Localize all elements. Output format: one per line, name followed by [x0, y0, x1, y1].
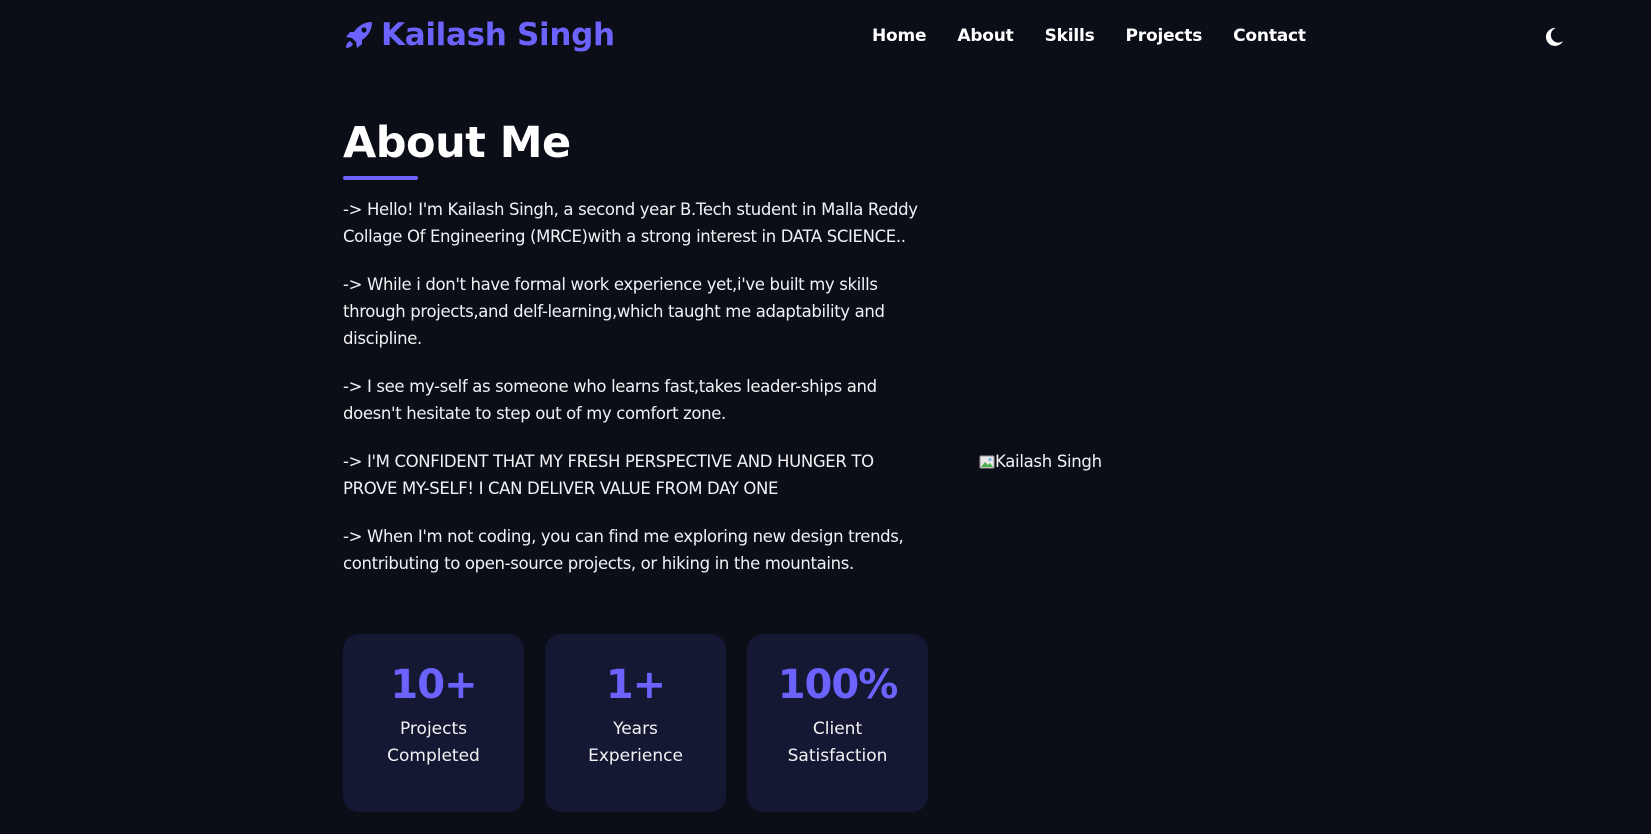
navbar: Kailash Singh Home About Skills Projects…	[0, 0, 1651, 74]
stat-card-projects: 10+ Projects Completed	[343, 634, 524, 812]
profile-image-alt-text: Kailash Singh	[995, 452, 1102, 471]
stats-row: 10+ Projects Completed 1+ Years Experien…	[343, 634, 928, 812]
broken-image-icon	[979, 455, 995, 469]
nav-link-projects[interactable]: Projects	[1126, 26, 1203, 46]
brand-name: Kailash Singh	[381, 17, 615, 53]
brand-logo-link[interactable]: Kailash Singh	[343, 17, 615, 53]
stat-card-satisfaction: 100% Client Satisfaction	[747, 634, 928, 812]
nav-links: Home About Skills Projects Contact	[872, 26, 1337, 46]
nav-link-skills[interactable]: Skills	[1045, 26, 1095, 46]
stat-label: Years Experience	[588, 719, 683, 766]
stat-card-experience: 1+ Years Experience	[545, 634, 726, 812]
nav-link-home[interactable]: Home	[872, 26, 927, 46]
about-paragraph: -> While i don't have formal work experi…	[343, 275, 885, 348]
about-paragraph: -> I see my-self as someone who learns f…	[343, 377, 877, 423]
title-underline	[343, 176, 418, 180]
about-paragraph: -> I'M CONFIDENT THAT MY FRESH PERSPECTI…	[343, 452, 874, 498]
profile-image: Kailash Singh	[979, 452, 1102, 471]
about-paragraph: -> Hello! I'm Kailash Singh, a second ye…	[343, 200, 918, 246]
about-text: -> Hello! I'm Kailash Singh, a second ye…	[343, 196, 928, 598]
stat-value: 1+	[605, 662, 666, 708]
stat-value: 10+	[390, 662, 477, 708]
nav-link-about[interactable]: About	[957, 26, 1013, 46]
stat-label: Client Satisfaction	[787, 719, 888, 766]
nav-link-contact[interactable]: Contact	[1233, 26, 1306, 46]
theme-toggle-button[interactable]	[1543, 26, 1565, 48]
moon-icon	[1545, 27, 1563, 46]
rocket-icon	[346, 22, 372, 48]
stat-value: 100%	[777, 662, 899, 708]
stat-label: Projects Completed	[387, 719, 480, 766]
about-paragraph: -> When I'm not coding, you can find me …	[343, 527, 904, 573]
page-title: About Me	[343, 118, 571, 168]
